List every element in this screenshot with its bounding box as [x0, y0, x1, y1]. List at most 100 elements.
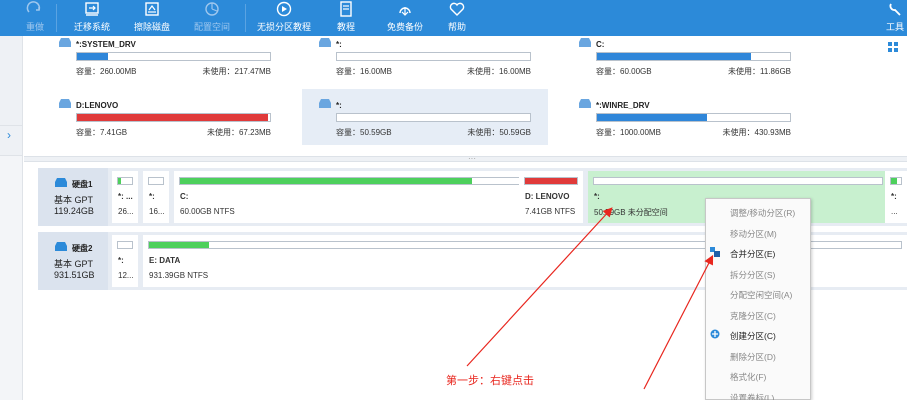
disk-partition[interactable]: D: LENOVO 7.41GB NTFS	[519, 171, 583, 223]
hard-disk-icon	[55, 242, 67, 251]
usage-bar	[336, 113, 531, 122]
disk-1-name: 硬盘1	[72, 180, 93, 189]
left-panel	[0, 36, 23, 400]
disk-1-info[interactable]: 硬盘1 基本 GPT 119.24GB	[38, 168, 108, 226]
disk-2-type: 基本 GPT	[54, 259, 94, 269]
play-circle-icon	[276, 1, 292, 17]
context-menu-item-label: 调整/移动分区(R)	[730, 208, 796, 218]
usage-bar-fill	[77, 114, 269, 121]
partition-label: *:	[594, 192, 600, 201]
hard-disk-icon	[55, 178, 67, 187]
usage-bar-fill	[597, 114, 707, 121]
context-menu-item-label: 合并分区(E)	[730, 249, 776, 259]
context-menu-item-label: 设置卷标(L)	[730, 392, 775, 400]
context-menu-item[interactable]: 格式化(F)	[706, 365, 810, 385]
partition-card[interactable]: C: 容量：60.00GB 未使用：11.86GB	[562, 28, 808, 84]
tools-button[interactable]: 工具	[883, 0, 907, 36]
drive-icon	[59, 38, 71, 47]
allocate-space-icon	[205, 2, 219, 16]
context-menu-item[interactable]: 合并分区(E)	[706, 242, 810, 262]
partition-capacity: 容量：60.00GB	[596, 67, 652, 76]
partition-info: 50.59GB 未分配空间	[594, 208, 668, 217]
partition-label: E: DATA	[149, 256, 181, 265]
partition-label: *:	[891, 192, 897, 201]
partition-usage-fill	[180, 178, 472, 184]
partition-info: 12...	[118, 271, 134, 280]
context-menu-item[interactable]: 设置卷标(L)	[706, 386, 810, 400]
heart-icon	[449, 2, 465, 16]
disk-partition[interactable]: *:...	[885, 171, 907, 223]
disk-partition[interactable]: *: 16...	[143, 171, 169, 223]
context-menu-item-label: 创建分区(C)	[730, 331, 776, 341]
context-menu-item[interactable]: 创建分区(C)	[706, 324, 810, 344]
context-menu-item[interactable]: 克隆分区(C)	[706, 304, 810, 324]
partition-info: 931.39GB NTFS	[149, 271, 209, 280]
context-menu-item[interactable]: 删除分区(D)	[706, 345, 810, 365]
grid-view-icon[interactable]	[888, 42, 898, 52]
usage-bar	[76, 52, 271, 61]
left-panel-section	[0, 126, 22, 156]
partition-usage-bar	[117, 177, 133, 185]
wrench-icon	[889, 3, 901, 16]
partition-capacity: 容量：50.59GB	[336, 128, 392, 137]
partition-label: C:	[180, 192, 189, 201]
partition-name: *:SYSTEM_DRV	[76, 40, 136, 49]
partition-usage-fill	[525, 178, 577, 184]
context-menu-item-label: 移动分区(M)	[730, 228, 777, 239]
drive-icon	[59, 99, 71, 108]
partition-free: 未使用：50.59GB	[467, 128, 531, 137]
context-menu-item[interactable]: 调整/移动分区(R)	[706, 201, 810, 221]
usage-bar-fill	[77, 53, 108, 60]
partition-info: ...	[891, 207, 898, 216]
disk-partition[interactable]: C: 60.00GB NTFS	[174, 171, 551, 223]
partition-usage-fill	[891, 178, 897, 184]
partition-name: *:	[336, 40, 342, 49]
panel-splitter[interactable]: ···	[24, 154, 907, 163]
app-window: 重做 迁移系统 擦除磁盘 配置空间 无损分区教程 教程 免费备份 帮助 工具 ›…	[0, 0, 907, 400]
usage-bar	[596, 52, 791, 61]
partition-usage-bar	[179, 177, 546, 185]
partition-card[interactable]: *:WINRE_DRV 容量：1000.00MB 未使用：430.93MB	[562, 89, 808, 145]
create-partition-icon	[710, 329, 720, 339]
merge-icon	[710, 247, 720, 257]
partition-info: 7.41GB NTFS	[525, 207, 576, 216]
book-icon	[340, 1, 352, 17]
drive-icon	[579, 99, 591, 108]
context-menu-item-label: 格式化(F)	[730, 372, 767, 382]
partition-card[interactable]: *: 容量：50.59GB 未使用：50.59GB	[302, 89, 548, 145]
partition-name: *:WINRE_DRV	[596, 101, 650, 110]
partition-name: C:	[596, 40, 605, 49]
drive-icon	[579, 38, 591, 47]
usage-bar	[596, 113, 791, 122]
partition-usage-fill	[118, 178, 121, 184]
partition-info: 60.00GB NTFS	[180, 207, 235, 216]
disk-2-size: 931.51GB	[54, 270, 95, 280]
partition-free: 未使用：430.93MB	[722, 128, 791, 137]
disk-partition[interactable]: *: 12...	[112, 235, 138, 287]
partition-card[interactable]: *:SYSTEM_DRV 容量：260.00MB 未使用：217.47MB	[42, 28, 288, 84]
disk-2-info[interactable]: 硬盘2 基本 GPT 931.51GB	[38, 232, 108, 290]
context-menu-item[interactable]: 拆分分区(S)	[706, 263, 810, 283]
disk-1-size: 119.24GB	[54, 206, 94, 216]
drive-icon	[319, 38, 331, 47]
partition-label: D: LENOVO	[525, 192, 570, 201]
partition-info: 26...	[118, 207, 134, 216]
partition-name: *:	[336, 101, 342, 110]
disk-1-type: 基本 GPT	[54, 195, 94, 205]
partition-capacity: 容量：7.41GB	[76, 128, 128, 137]
partition-card[interactable]: D:LENOVO 容量：7.41GB 未使用：67.23MB	[42, 89, 288, 145]
usage-bar	[336, 52, 531, 61]
partition-capacity: 容量：260.00MB	[76, 67, 137, 76]
redo-icon	[26, 1, 41, 13]
usage-bar-fill	[597, 53, 752, 60]
context-menu-item[interactable]: 分配空闲空间(A)	[706, 283, 810, 303]
expand-panel-chevron-icon[interactable]: ›	[7, 128, 11, 142]
drive-icon	[319, 99, 331, 108]
context-menu-item[interactable]: 移动分区(M)	[706, 222, 810, 242]
partition-card[interactable]: *: 容量：16.00MB 未使用：16.00MB	[302, 28, 548, 84]
tools-label: 工具	[885, 22, 904, 32]
partition-free: 未使用：16.00MB	[466, 67, 531, 76]
context-menu-item-label: 分配空闲空间(A)	[730, 290, 793, 300]
disk-partition[interactable]: *: ... 26...	[112, 171, 138, 223]
context-menu-item-label: 拆分分区(S)	[730, 269, 776, 280]
